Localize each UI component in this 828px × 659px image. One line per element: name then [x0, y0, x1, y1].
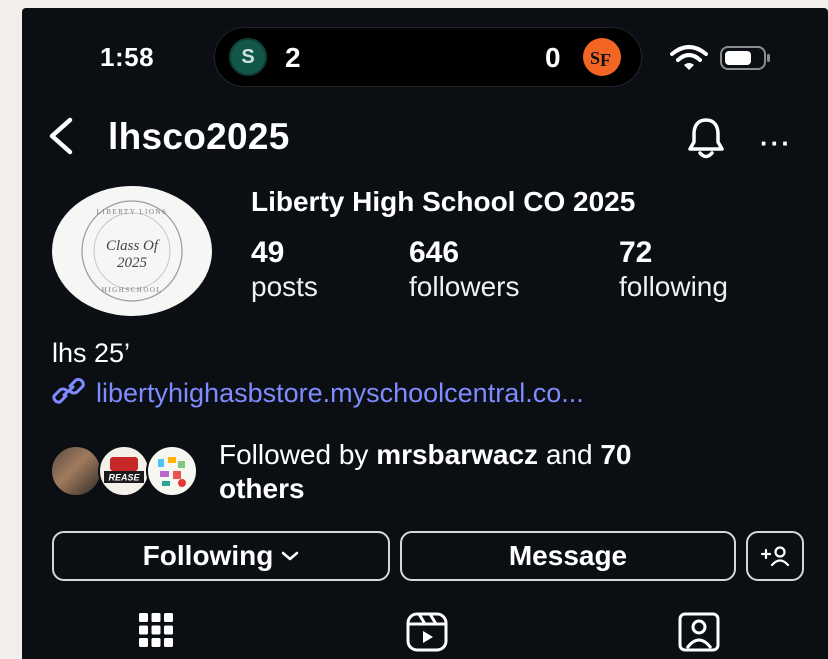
tagged-icon[interactable] — [678, 612, 720, 657]
svg-text:S: S — [590, 48, 600, 68]
followed-by-count: 70 — [600, 439, 632, 470]
profile-bio: lhs 25’ — [52, 338, 131, 368]
bell-icon[interactable] — [686, 116, 726, 165]
grid-icon[interactable] — [138, 612, 174, 653]
followed-by-avatars[interactable]: REASE — [50, 445, 210, 499]
followed-by-text[interactable]: Followed by mrsbarwacz and 70 others — [219, 438, 779, 506]
chevron-left-icon[interactable] — [46, 116, 76, 161]
profile-username: lhsco2025 — [108, 116, 290, 157]
stat-followers-value: 646 — [409, 236, 460, 269]
followed-by-user[interactable]: mrsbarwacz — [376, 439, 538, 470]
link-icon — [52, 376, 86, 411]
add-user-icon — [760, 544, 790, 568]
followed-by-prefix: Followed by — [219, 439, 377, 470]
wifi-icon — [670, 44, 708, 77]
svg-text:LIBERTY LIONS: LIBERTY LIONS — [97, 208, 168, 216]
more-options-icon[interactable]: ··· — [760, 128, 792, 159]
following-button-label: Following — [142, 540, 274, 571]
followed-by-and: and — [538, 439, 601, 470]
stat-followers-label: followers — [409, 271, 520, 302]
svg-text:REASE: REASE — [108, 473, 140, 483]
chevron-down-icon — [281, 550, 299, 562]
stat-posts[interactable]: 49 posts — [251, 236, 318, 304]
svg-text:F: F — [600, 50, 611, 70]
score-left: 2 — [285, 42, 301, 73]
battery-icon — [720, 46, 772, 75]
follower-avatar-1 — [50, 445, 102, 497]
add-user-button[interactable] — [746, 531, 804, 581]
status-time: 1:58 — [100, 42, 155, 72]
stat-followers[interactable]: 646 followers — [409, 236, 519, 304]
phone-screen: 1:58 S 2 0 S F lhsco2025 ··· LIBERTY LIO… — [22, 8, 828, 659]
profile-display-name: Liberty High School CO 2025 — [251, 186, 636, 217]
stat-following-label: following — [619, 271, 728, 302]
stat-following-value: 72 — [619, 236, 653, 269]
svg-text:2025: 2025 — [117, 255, 148, 271]
followed-by-others[interactable]: others — [219, 473, 305, 504]
stat-posts-value: 49 — [251, 236, 285, 269]
svg-text:Class Of: Class Of — [106, 238, 160, 254]
team-logo-left-icon: S — [229, 38, 267, 76]
message-button[interactable]: Message — [400, 531, 736, 581]
score-right: 0 — [545, 42, 561, 73]
profile-link[interactable]: libertyhighasbstore.myschoolcentral.co..… — [52, 376, 584, 411]
message-button-label: Message — [508, 540, 628, 571]
follower-avatar-2: REASE — [98, 445, 150, 497]
reels-icon[interactable] — [406, 612, 448, 657]
following-button[interactable]: Following — [52, 531, 390, 581]
profile-avatar[interactable]: LIBERTY LIONS Class Of 2025 HIGHSCHOOL — [52, 186, 212, 316]
profile-link-text[interactable]: libertyhighasbstore.myschoolcentral.co..… — [96, 378, 584, 409]
stat-posts-label: posts — [251, 271, 318, 302]
follower-avatar-3 — [146, 445, 198, 497]
svg-text:HIGHSCHOOL: HIGHSCHOOL — [102, 286, 163, 294]
stat-following[interactable]: 72 following — [619, 236, 728, 304]
team-logo-right-icon: S F — [583, 38, 621, 76]
live-activity-scoreboard[interactable]: S 2 0 S F — [214, 27, 642, 87]
